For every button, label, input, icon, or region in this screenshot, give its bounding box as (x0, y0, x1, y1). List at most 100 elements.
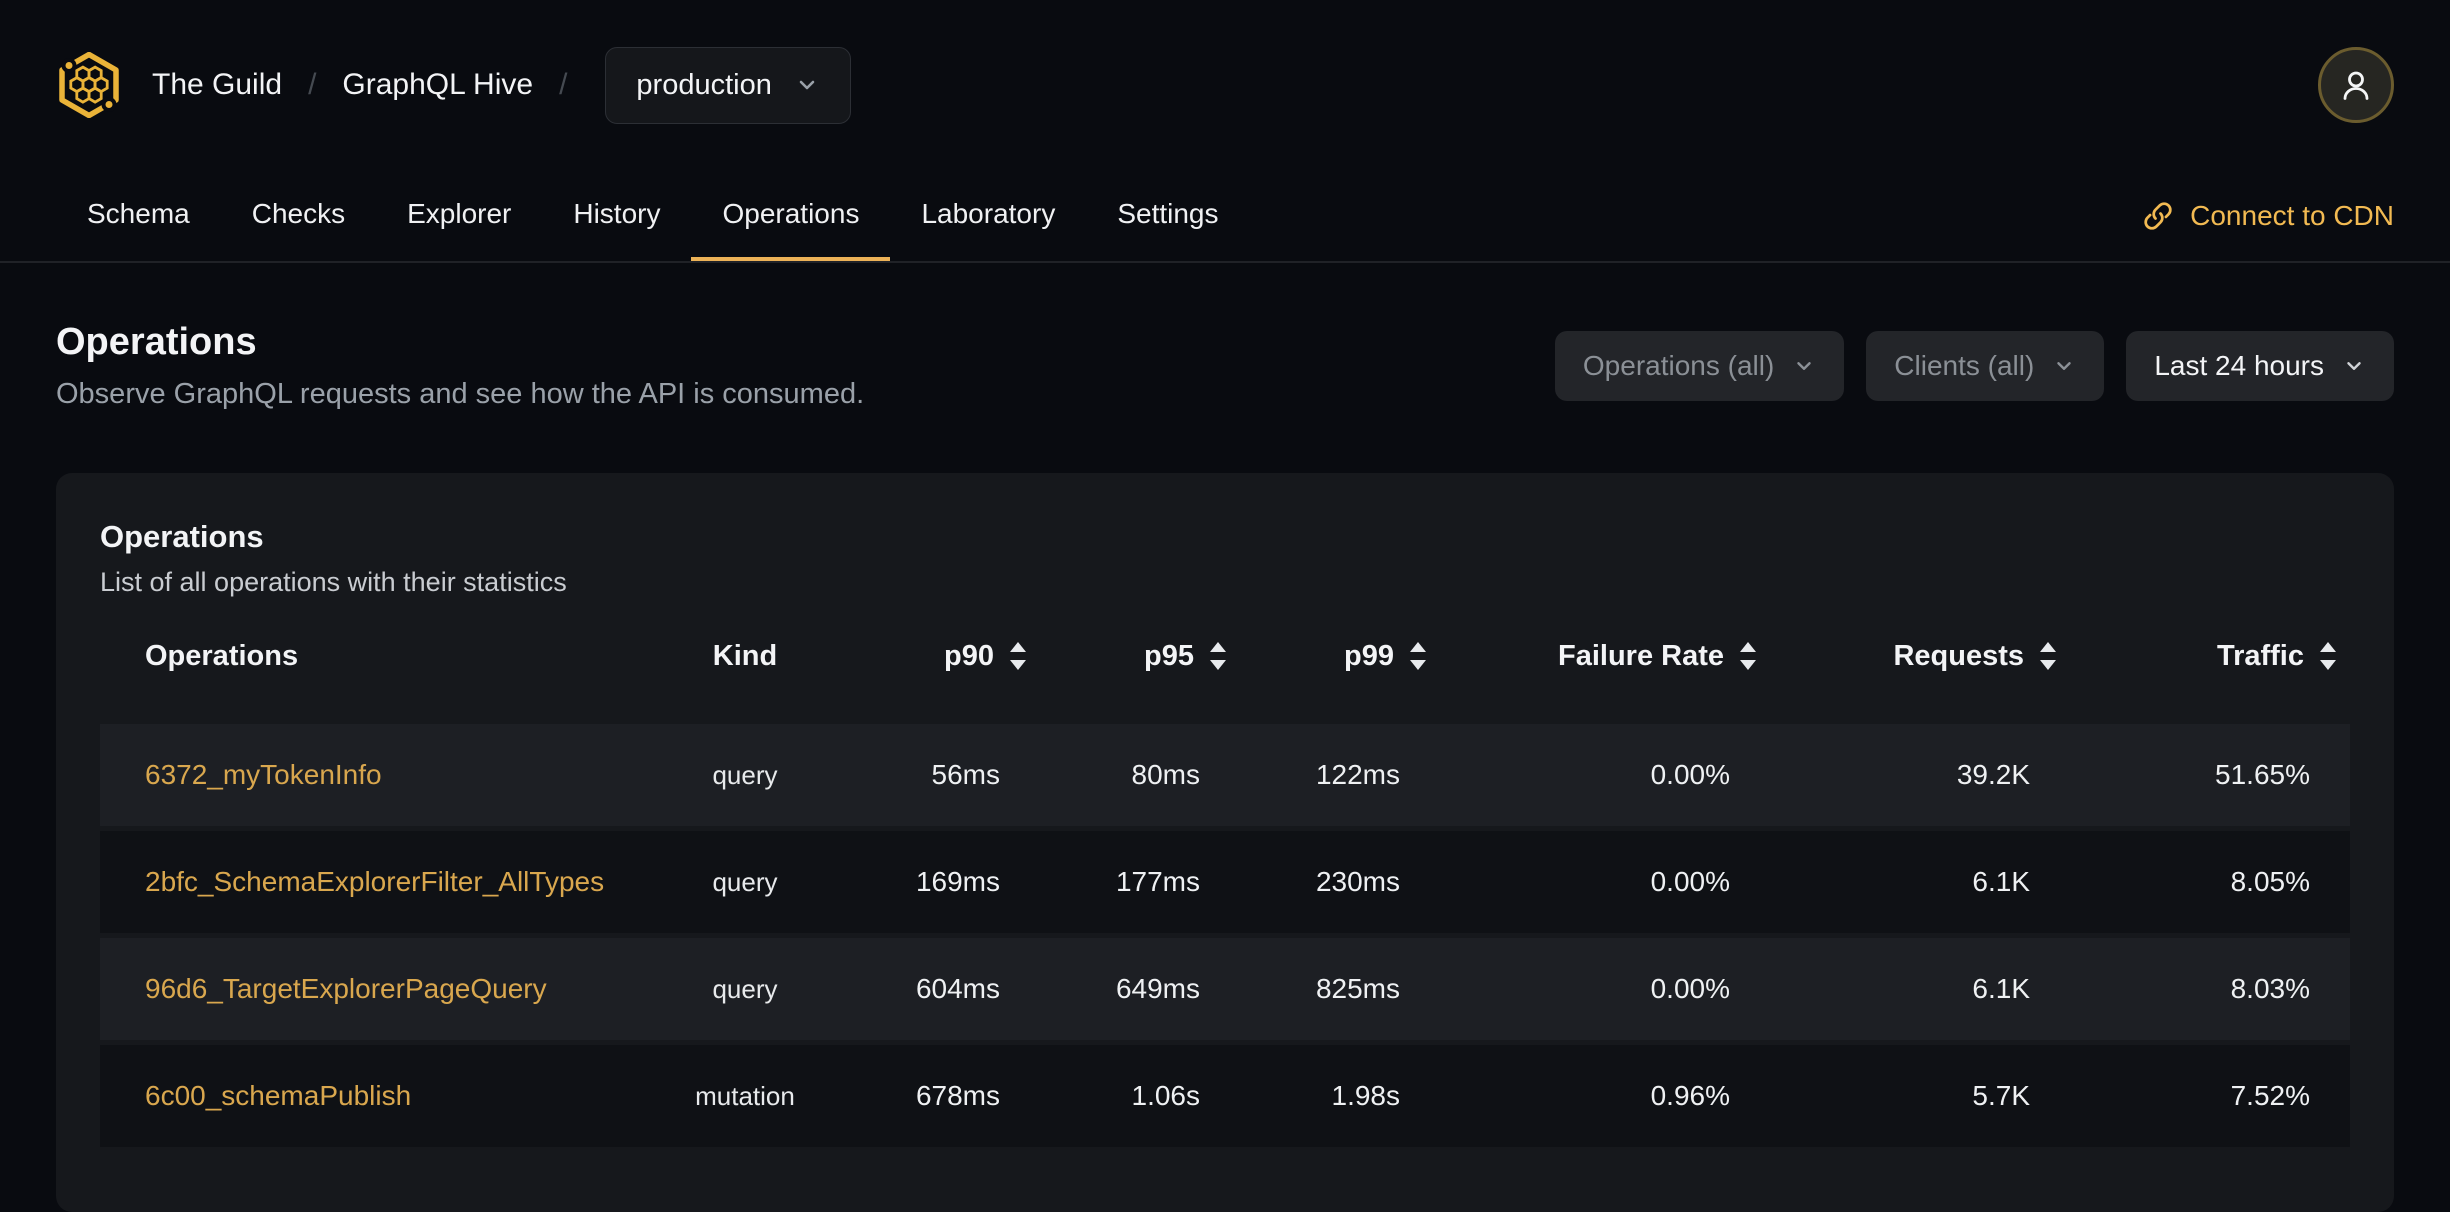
column-header-p99[interactable]: p99 (1240, 640, 1440, 673)
p99-value: 1.98s (1331, 1080, 1401, 1111)
p90-value: 169ms (915, 866, 1000, 897)
breadcrumb-separator: / (559, 68, 568, 101)
traffic-value: 51.65% (2215, 759, 2310, 790)
breadcrumb-project[interactable]: GraphQL Hive (342, 68, 533, 102)
chevron-down-icon (2057, 362, 2072, 370)
failure-rate-value: 0.00% (1650, 866, 1730, 897)
chevron-down-icon (1797, 362, 1812, 370)
requests-value: 5.7K (1972, 1080, 2030, 1111)
sort-icon (2320, 642, 2336, 670)
p95-value: 1.06s (1131, 1080, 1201, 1111)
chevron-down-icon (799, 80, 815, 90)
p99-value: 122ms (1315, 759, 1400, 790)
table-row: 2bfc_SchemaExplorerFilter_AllTypes query… (100, 831, 2350, 933)
table-row: 6372_myTokenInfo query 56ms 80ms 122ms 0… (100, 724, 2350, 826)
p95-value: 80ms (1131, 759, 1200, 790)
hive-logo[interactable] (56, 52, 122, 118)
operation-link[interactable]: 6c00_schemaPublish (145, 1080, 411, 1111)
target-selector[interactable]: production (605, 46, 851, 124)
p95-value: 177ms (1115, 866, 1200, 897)
traffic-value: 8.05% (2230, 866, 2310, 897)
period-dropdown[interactable]: Last 24 hours (2126, 331, 2394, 401)
operations-filter-label: Operations (all) (1582, 350, 1775, 381)
table-row: 96d6_TargetExplorerPageQuery query 604ms… (100, 938, 2350, 1040)
table-row: 6c00_schemaPublish mutation 678ms 1.06s … (100, 1045, 2350, 1147)
sort-icon (1210, 642, 1226, 670)
panel-subtitle: List of all operations with their statis… (100, 567, 567, 597)
column-header-label: p99 (1344, 639, 1394, 672)
breadcrumb-separator: / (308, 68, 317, 101)
panel-title: Operations (100, 519, 264, 554)
nav-tabs: Schema Checks Explorer History Operation… (56, 170, 1250, 261)
column-header-label: p90 (944, 639, 994, 672)
operation-link[interactable]: 2bfc_SchemaExplorerFilter_AllTypes (145, 866, 604, 897)
column-header-p95[interactable]: p95 (1040, 640, 1240, 673)
operation-link[interactable]: 96d6_TargetExplorerPageQuery (145, 973, 547, 1004)
user-icon (2343, 71, 2369, 100)
page-header: Operations Observe GraphQL requests and … (56, 321, 2394, 411)
column-header-label: Traffic (2216, 639, 2304, 672)
tab-schema[interactable]: Schema (56, 170, 221, 261)
operations-panel: Operations List of all operations with t… (56, 473, 2394, 1212)
top-bar: The Guild / GraphQL Hive / production (0, 0, 2450, 170)
traffic-value: 8.03% (2230, 973, 2310, 1004)
p90-value: 678ms (915, 1080, 1000, 1111)
operation-kind: query (712, 866, 778, 897)
tab-history[interactable]: History (542, 170, 691, 261)
hive-logo-icon (59, 52, 119, 118)
requests-value: 39.2K (1956, 759, 2030, 790)
user-avatar[interactable] (2318, 47, 2394, 123)
operation-kind: query (712, 973, 778, 1004)
sort-icon (1010, 642, 1026, 670)
clients-filter-label: Clients (all) (1894, 350, 2035, 381)
breadcrumb-org[interactable]: The Guild (152, 68, 282, 102)
operation-kind: mutation (695, 1080, 795, 1111)
connect-cdn-label: Connect to CDN (2190, 199, 2394, 231)
breadcrumb: The Guild / GraphQL Hive / production (152, 46, 851, 124)
requests-value: 6.1K (1972, 973, 2030, 1004)
column-header-traffic[interactable]: Traffic (2070, 640, 2350, 673)
tab-operations[interactable]: Operations (691, 170, 891, 261)
column-header-label: Failure Rate (1558, 639, 1724, 672)
tab-laboratory[interactable]: Laboratory (890, 170, 1086, 261)
page-title: Operations (56, 321, 257, 363)
p99-value: 825ms (1315, 973, 1400, 1004)
failure-rate-value: 0.00% (1650, 759, 1730, 790)
operation-link[interactable]: 6372_myTokenInfo (145, 759, 382, 790)
chevron-down-icon (2347, 362, 2361, 370)
table-header-row: Operations Kind p90 p95 p99 Failure Rate (100, 624, 2350, 688)
filter-bar: Operations (all) Clients (all) Last 24 h… (1554, 331, 2394, 401)
operation-kind: query (712, 759, 778, 790)
tab-checks[interactable]: Checks (221, 170, 376, 261)
tab-explorer[interactable]: Explorer (376, 170, 542, 261)
operations-table: Operations Kind p90 p95 p99 Failure Rate (100, 624, 2350, 1147)
tab-settings[interactable]: Settings (1086, 170, 1249, 261)
column-header-label: Requests (1893, 639, 2024, 672)
failure-rate-value: 0.96% (1650, 1080, 1730, 1111)
traffic-value: 7.52% (2230, 1080, 2310, 1111)
column-header-p90[interactable]: p90 (830, 640, 1040, 673)
target-selector-value: production (636, 68, 772, 101)
sort-icon (1740, 642, 1756, 670)
failure-rate-value: 0.00% (1650, 973, 1730, 1004)
sort-icon (2040, 642, 2056, 670)
period-label: Last 24 hours (2154, 350, 2324, 381)
sort-icon (1410, 642, 1426, 670)
connect-cdn-link[interactable]: Connect to CDN (2142, 170, 2394, 261)
page-subtitle: Observe GraphQL requests and see how the… (56, 378, 865, 410)
column-header-kind: Kind (712, 639, 778, 672)
operations-filter-dropdown[interactable]: Operations (all) (1554, 331, 1845, 401)
column-header-requests[interactable]: Requests (1770, 640, 2070, 673)
p90-value: 604ms (915, 973, 1000, 1004)
requests-value: 6.1K (1972, 866, 2030, 897)
clients-filter-dropdown[interactable]: Clients (all) (1866, 331, 2105, 401)
column-header-operations: Operations (145, 639, 299, 672)
column-header-label: p95 (1144, 639, 1194, 672)
main-content: Operations Observe GraphQL requests and … (0, 321, 2450, 1212)
column-header-failure-rate[interactable]: Failure Rate (1440, 640, 1770, 673)
link-icon (2144, 201, 2172, 230)
p99-value: 230ms (1315, 866, 1400, 897)
p95-value: 649ms (1115, 973, 1200, 1004)
main-nav: Schema Checks Explorer History Operation… (0, 170, 2450, 263)
p90-value: 56ms (931, 759, 1000, 790)
